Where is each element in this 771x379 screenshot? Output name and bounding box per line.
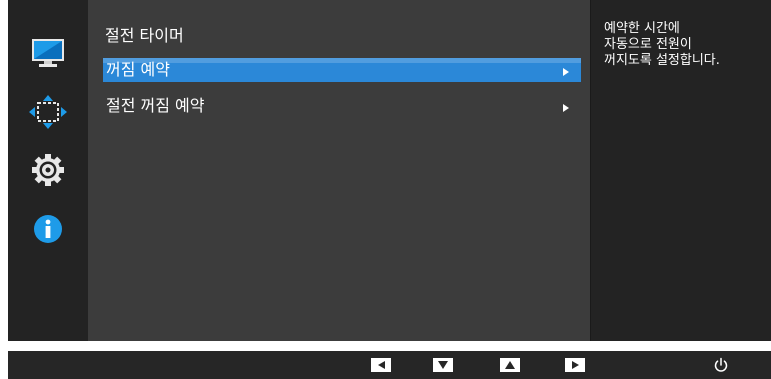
page-title: 절전 타이머 (105, 26, 184, 45)
help-line: 꺼지도록 설정합니다. (604, 53, 720, 68)
up-arrow-icon (505, 361, 515, 369)
menu-item-off-timer[interactable]: 꺼짐 예약 (103, 58, 581, 82)
sidebar-item-picture[interactable] (24, 33, 72, 73)
help-text: 예약한 시간에 자동으로 전원이 꺼지도록 설정합니다. (604, 21, 769, 69)
information-icon (34, 215, 62, 243)
onscreen-display-icon (29, 95, 67, 129)
sidebar-item-system[interactable] (24, 150, 72, 190)
power-icon[interactable] (713, 357, 729, 373)
menu-item-eco-off-timer[interactable]: 절전 꺼짐 예약 (103, 94, 581, 118)
help-line: 예약한 시간에 (604, 21, 680, 36)
picture-icon (32, 39, 64, 67)
up-button[interactable] (500, 358, 520, 372)
left-button[interactable] (371, 358, 391, 372)
right-button[interactable] (565, 358, 585, 372)
submenu-arrow-icon (563, 104, 569, 112)
down-arrow-icon (438, 361, 448, 369)
system-gear-icon (32, 154, 64, 186)
down-button[interactable] (433, 358, 453, 372)
help-panel: 예약한 시간에 자동으로 전원이 꺼지도록 설정합니다. (590, 0, 771, 341)
osd-menu: 절전 타이머 꺼짐 예약 절전 꺼짐 예약 예약한 시간에 자동으로 전원이 꺼… (8, 0, 771, 341)
menu-item-label: 꺼짐 예약 (106, 60, 170, 79)
sidebar-item-information[interactable] (24, 209, 72, 249)
submenu-arrow-icon (563, 68, 569, 76)
menu-item-label: 절전 꺼짐 예약 (106, 96, 205, 115)
sidebar-item-onscreen-display[interactable] (24, 92, 72, 132)
bottom-button-bar (8, 351, 771, 379)
left-arrow-icon (377, 361, 385, 369)
main-panel: 절전 타이머 꺼짐 예약 절전 꺼짐 예약 (88, 0, 590, 341)
right-arrow-icon (571, 361, 579, 369)
sidebar (8, 0, 88, 341)
help-line: 자동으로 전원이 (604, 37, 692, 52)
